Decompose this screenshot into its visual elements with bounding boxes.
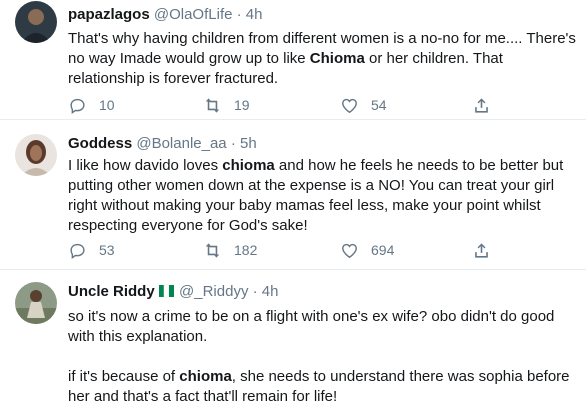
reply-icon bbox=[70, 98, 85, 114]
tweet[interactable]: Uncle Riddy @_Riddyy · 4h so it's now a … bbox=[0, 271, 586, 406]
retweet-icon bbox=[205, 97, 220, 113]
timestamp[interactable]: 5h bbox=[240, 135, 257, 152]
share-icon bbox=[475, 242, 488, 258]
reply-count: 53 bbox=[99, 242, 115, 258]
heart-icon bbox=[342, 98, 357, 113]
separator: · bbox=[230, 135, 236, 152]
text-segment: so it's now a crime to be on a flight wi… bbox=[68, 308, 555, 345]
like-count: 54 bbox=[371, 97, 387, 113]
retweet-icon bbox=[205, 242, 220, 258]
nigeria-flag-icon bbox=[158, 284, 175, 304]
share-icon bbox=[475, 97, 488, 113]
retweet-count: 19 bbox=[234, 97, 250, 113]
highlighted-keyword: chioma bbox=[179, 368, 232, 385]
reply-button[interactable]: 53 bbox=[68, 240, 115, 260]
avatar[interactable] bbox=[15, 134, 57, 176]
heart-icon bbox=[342, 243, 357, 258]
display-name[interactable]: Goddess bbox=[68, 135, 132, 152]
share-button[interactable] bbox=[472, 240, 503, 260]
reply-button[interactable]: 10 bbox=[68, 95, 115, 115]
text-segment: I like how davido loves bbox=[68, 157, 223, 174]
retweet-button[interactable]: 182 bbox=[203, 240, 257, 260]
reply-count: 10 bbox=[99, 97, 115, 113]
reply-icon bbox=[70, 243, 85, 259]
timestamp[interactable]: 4h bbox=[246, 6, 263, 23]
tweet[interactable]: Goddess @Bolanle_aa · 5h I like how davi… bbox=[0, 121, 586, 270]
user-handle[interactable]: @Bolanle_aa bbox=[136, 135, 226, 152]
highlighted-keyword: Chioma bbox=[309, 50, 365, 67]
text-segment: if it's because of bbox=[68, 368, 180, 385]
user-handle[interactable]: @_Riddyy bbox=[179, 283, 248, 300]
highlighted-keyword: chioma bbox=[222, 157, 275, 174]
tweet-header: Uncle Riddy @_Riddyy · 4h bbox=[68, 282, 576, 304]
tweet-text: so it's now a crime to be on a flight wi… bbox=[68, 307, 576, 407]
user-handle[interactable]: @OlaOfLife bbox=[154, 6, 233, 23]
like-button[interactable]: 694 bbox=[340, 240, 394, 260]
separator: · bbox=[252, 283, 258, 300]
tweet-actions: 53 182 694 bbox=[68, 240, 508, 260]
tweet-actions: 10 19 54 bbox=[68, 95, 508, 115]
share-button[interactable] bbox=[472, 95, 503, 115]
display-name[interactable]: papazlagos bbox=[68, 6, 150, 23]
tweet-text: That's why having children from differen… bbox=[68, 29, 576, 89]
retweet-button[interactable]: 19 bbox=[203, 95, 250, 115]
tweet[interactable]: papazlagos @OlaOfLife · 4h That's why ha… bbox=[0, 0, 586, 120]
separator: · bbox=[236, 6, 242, 23]
avatar[interactable] bbox=[15, 282, 57, 324]
like-count: 694 bbox=[371, 242, 395, 258]
tweet-text: I like how davido loves chioma and how h… bbox=[68, 156, 576, 236]
tweet-header: Goddess @Bolanle_aa · 5h bbox=[68, 134, 576, 154]
avatar[interactable] bbox=[15, 1, 57, 43]
display-name[interactable]: Uncle Riddy bbox=[68, 283, 155, 300]
retweet-count: 182 bbox=[234, 242, 258, 258]
like-button[interactable]: 54 bbox=[340, 95, 387, 115]
tweet-header: papazlagos @OlaOfLife · 4h bbox=[68, 5, 576, 25]
timestamp[interactable]: 4h bbox=[262, 283, 279, 300]
